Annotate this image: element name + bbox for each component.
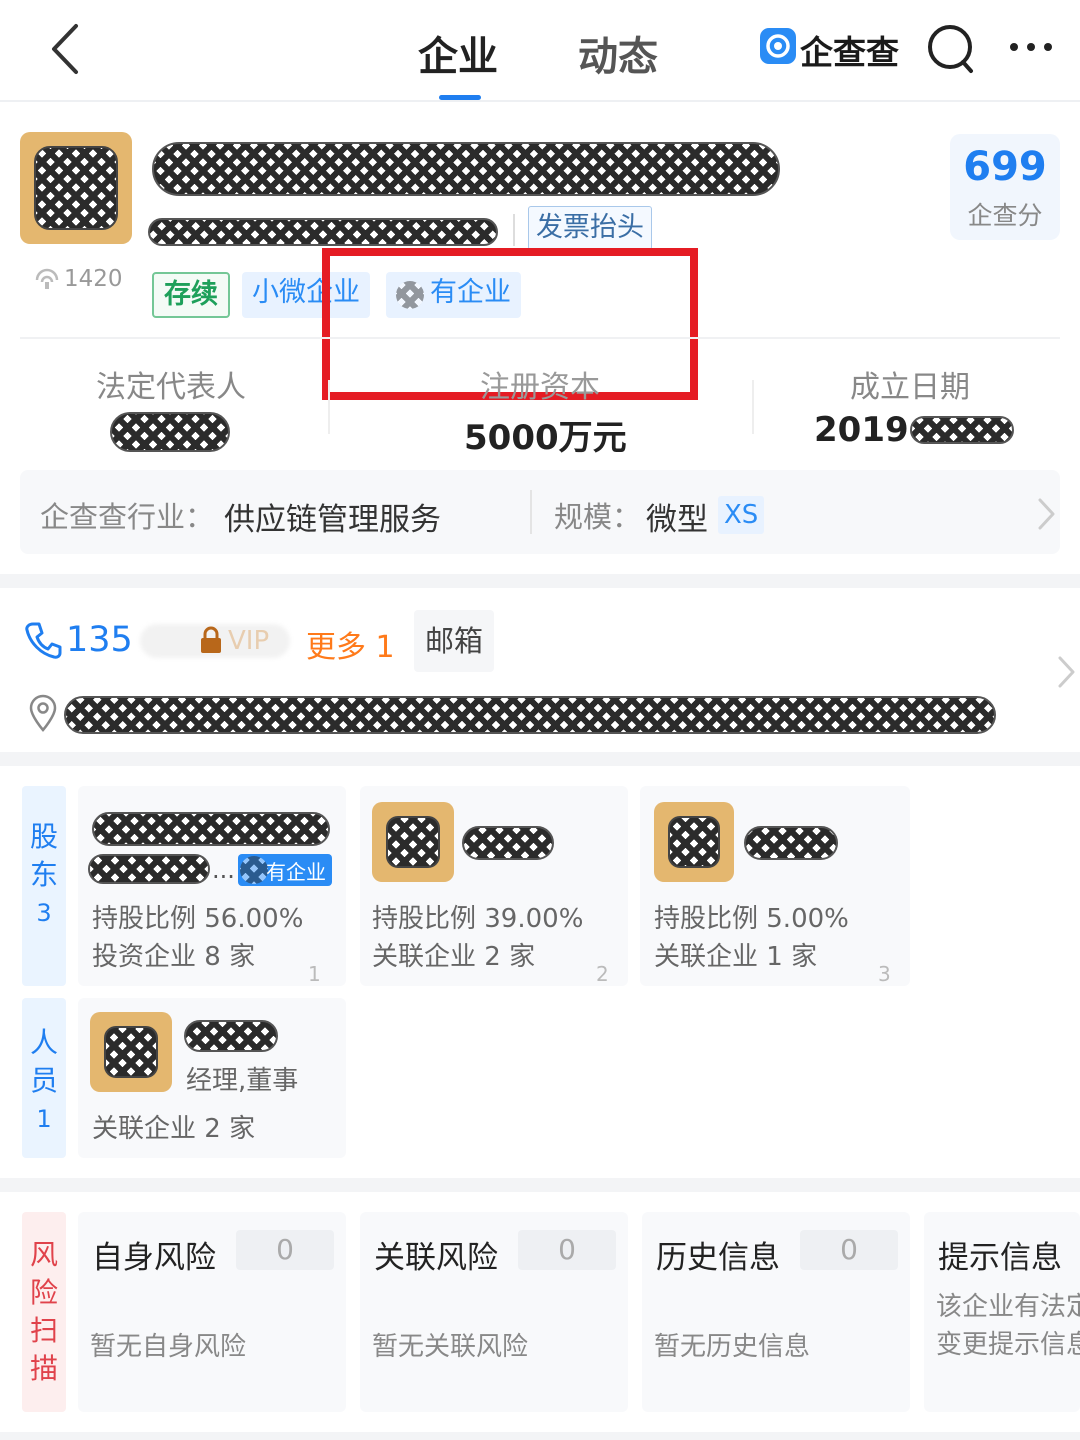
shareholder-1-name2-redacted bbox=[88, 854, 210, 884]
risk-history-desc: 暂无历史信息 bbox=[654, 1332, 811, 1362]
risk-notice-desc-2: 变更提示信息 bbox=[936, 1330, 1080, 1360]
score-label: 企查分 bbox=[967, 201, 1043, 230]
tab-dynamics[interactable]: 动态 bbox=[578, 24, 658, 82]
company-subname-redacted bbox=[148, 218, 498, 246]
shareholder-1-tag-icon bbox=[240, 856, 268, 884]
tab-company[interactable]: 企业 bbox=[418, 24, 498, 82]
industry-divider bbox=[530, 490, 532, 534]
staff-side-label[interactable]: 人员 1 bbox=[22, 998, 66, 1158]
staff-1-related: 关联企业 2 家 bbox=[92, 1114, 256, 1144]
risk-self-title: 自身风险 bbox=[92, 1240, 216, 1276]
shareholders-label: 股东 bbox=[29, 820, 58, 891]
shareholder-3-related: 关联企业 1 家 bbox=[654, 942, 818, 972]
divider-horizontal bbox=[20, 337, 1060, 339]
risk-related-title: 关联风险 bbox=[374, 1240, 498, 1276]
score-value: 699 bbox=[963, 144, 1047, 190]
shareholders-count: 3 bbox=[36, 899, 52, 927]
back-icon[interactable] bbox=[42, 22, 92, 76]
legal-rep-name-redacted[interactable] bbox=[110, 412, 230, 452]
shareholder-2-index: 2 bbox=[596, 962, 609, 986]
staff-count: 1 bbox=[36, 1105, 52, 1133]
scale-value: 微型 bbox=[646, 502, 708, 538]
lock-icon bbox=[200, 626, 222, 654]
shareholder-1-related: 投资企业 8 家 bbox=[92, 942, 256, 972]
shareholder-2-ratio: 持股比例 39.00% bbox=[372, 904, 584, 934]
risk-self-count: 0 bbox=[236, 1230, 334, 1270]
risk-label: 风险扫描 bbox=[29, 1238, 58, 1385]
risk-related-count: 0 bbox=[518, 1230, 616, 1270]
location-icon[interactable] bbox=[28, 694, 58, 732]
score-box[interactable]: 699 企查分 bbox=[950, 134, 1060, 240]
risk-notice-desc-1: 该企业有法定 bbox=[936, 1292, 1080, 1322]
legal-rep-label: 法定代表人 bbox=[96, 370, 246, 405]
phone-number[interactable]: 135 bbox=[66, 620, 133, 660]
company-name-redacted bbox=[152, 142, 780, 196]
more-phones-link[interactable]: 更多 1 bbox=[306, 622, 395, 666]
shareholder-1-index: 1 bbox=[308, 962, 321, 986]
shareholder-3-name-redacted bbox=[744, 826, 838, 860]
risk-card-notice[interactable]: 提示信息 该企业有法定 变更提示信息 bbox=[924, 1212, 1080, 1412]
section-separator-1 bbox=[0, 574, 1080, 588]
company-logo bbox=[20, 132, 132, 244]
scale-label: 规模： bbox=[554, 500, 642, 534]
brand-logo-icon bbox=[760, 28, 796, 64]
contact-chevron-right-icon[interactable] bbox=[1054, 654, 1078, 690]
shareholder-1-ratio: 持股比例 56.00% bbox=[92, 904, 304, 934]
header-divider bbox=[0, 100, 1080, 102]
info-divider-2 bbox=[752, 380, 754, 434]
more-icon[interactable] bbox=[1008, 38, 1056, 56]
shareholder-2-logo bbox=[372, 802, 454, 882]
shareholder-2-related: 关联企业 2 家 bbox=[372, 942, 536, 972]
shareholder-1-name-redacted bbox=[92, 812, 330, 846]
shareholder-2-name-redacted bbox=[462, 826, 554, 860]
search-icon[interactable] bbox=[924, 22, 978, 76]
founded-label: 成立日期 bbox=[850, 370, 970, 405]
email-button[interactable]: 邮箱 bbox=[414, 610, 494, 672]
risk-side-label[interactable]: 风险扫描 bbox=[22, 1212, 66, 1412]
phone-icon[interactable] bbox=[24, 620, 62, 660]
risk-history-title: 历史信息 bbox=[656, 1240, 780, 1276]
section-separator-4 bbox=[0, 1432, 1080, 1440]
founded-value-redacted bbox=[910, 416, 1014, 444]
shareholder-3-logo bbox=[654, 802, 734, 882]
staff-1-name-redacted bbox=[184, 1020, 278, 1052]
staff-1-avatar bbox=[90, 1012, 172, 1092]
chevron-right-icon[interactable] bbox=[1034, 496, 1058, 532]
risk-related-desc: 暂无关联风险 bbox=[372, 1332, 529, 1362]
invoice-button[interactable]: 发票抬头 bbox=[528, 206, 652, 250]
vip-label: VIP bbox=[228, 626, 270, 656]
views-count: 1420 bbox=[64, 266, 123, 292]
founded-value: 2019- bbox=[814, 410, 923, 450]
risk-history-count: 0 bbox=[800, 1230, 898, 1270]
status-badge: 存续 bbox=[152, 272, 230, 318]
ellipsis-text: ... bbox=[212, 856, 235, 884]
industry-value: 供应链管理服务 bbox=[224, 502, 441, 538]
divider-vertical bbox=[513, 214, 515, 246]
industry-label: 企查查行业： bbox=[40, 500, 215, 534]
staff-1-role: 经理,董事 bbox=[186, 1066, 299, 1096]
shareholder-1-tag-label: 有企业 bbox=[266, 860, 326, 884]
risk-self-desc: 暂无自身风险 bbox=[90, 1332, 247, 1362]
scale-badge: XS bbox=[718, 496, 765, 534]
risk-notice-title: 提示信息 bbox=[938, 1240, 1062, 1276]
shareholder-3-ratio: 持股比例 5.00% bbox=[654, 904, 849, 934]
staff-label: 人员 bbox=[29, 1026, 58, 1097]
brand-name: 企查查 bbox=[800, 33, 899, 72]
shareholder-3-index: 3 bbox=[878, 962, 891, 986]
views-icon bbox=[34, 268, 60, 290]
shareholder-1-tag: 有企业 bbox=[238, 854, 332, 886]
section-separator-3 bbox=[0, 1178, 1080, 1192]
capital-value: 5000万元 bbox=[464, 418, 627, 458]
capital-label: 注册资本 bbox=[480, 370, 600, 405]
shareholders-side-label[interactable]: 股东 3 bbox=[22, 786, 66, 986]
address-redacted[interactable] bbox=[64, 696, 996, 734]
section-separator-2 bbox=[0, 752, 1080, 766]
info-divider-1 bbox=[328, 380, 330, 434]
